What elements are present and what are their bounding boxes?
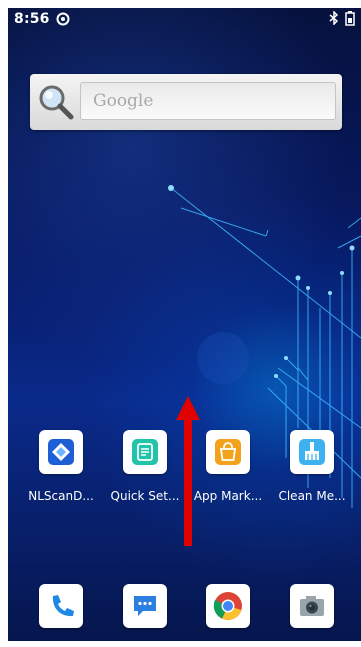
- swipe-up-arrow-icon: [176, 396, 200, 546]
- bluetooth-icon: [329, 11, 339, 25]
- alert-circle-icon: [56, 12, 70, 26]
- camera-icon: [300, 596, 324, 616]
- nlscan-icon[interactable]: [39, 430, 83, 474]
- google-search-widget[interactable]: Google: [30, 74, 342, 130]
- app-quick-settings[interactable]: Quick Set...: [103, 430, 187, 503]
- dock-chrome[interactable]: [206, 584, 250, 628]
- chrome-icon: [213, 592, 242, 620]
- app-label-nlscan: NLScanD...: [28, 489, 94, 503]
- messages-icon: [134, 596, 156, 616]
- battery-icon: [345, 11, 355, 26]
- app-market-icon[interactable]: [206, 430, 250, 474]
- home-screen[interactable]: 8:56 Google NLScanD... Quick Set... App …: [8, 8, 361, 641]
- dock-phone[interactable]: [39, 584, 83, 628]
- phone-icon: [52, 595, 74, 617]
- dock-camera[interactable]: [290, 584, 334, 628]
- status-bar: 8:56: [8, 8, 361, 30]
- status-time: 8:56: [14, 11, 50, 27]
- clean-memory-icon[interactable]: [290, 430, 334, 474]
- app-label-clean-memory: Clean Me...: [278, 489, 346, 503]
- search-input[interactable]: Google: [80, 82, 336, 120]
- quick-settings-icon[interactable]: [123, 430, 167, 474]
- dock-messages[interactable]: [123, 584, 167, 628]
- search-icon[interactable]: [36, 83, 76, 123]
- app-clean-memory[interactable]: Clean Me...: [270, 430, 354, 503]
- search-placeholder: Google: [93, 91, 154, 111]
- app-label-quick-settings: Quick Set...: [110, 489, 180, 503]
- app-nlscan[interactable]: NLScanD...: [19, 430, 103, 503]
